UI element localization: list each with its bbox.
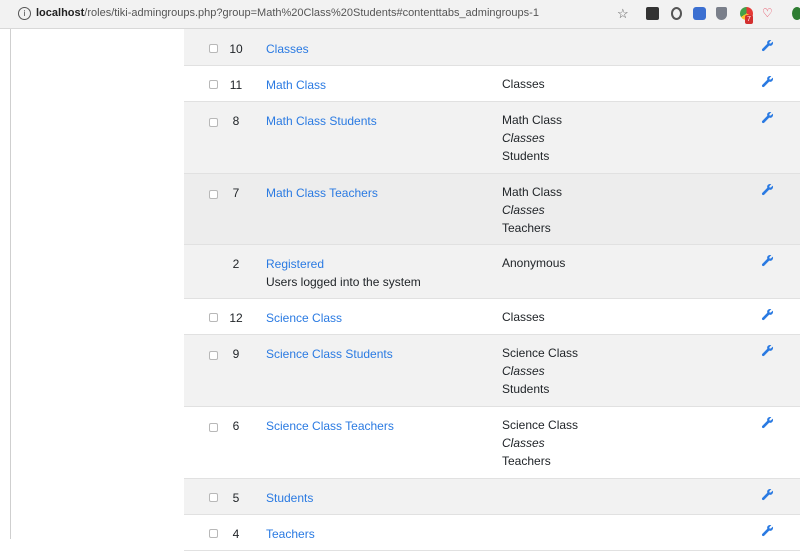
row-checkbox[interactable] [209,118,218,127]
row-checkbox[interactable] [209,529,218,538]
group-name-link[interactable]: Classes [266,42,309,56]
wrench-icon[interactable] [761,183,774,196]
group-name-link[interactable]: Science Class [266,311,342,325]
url-text[interactable]: localhost/roles/tiki-admingroups.php?gro… [36,7,539,19]
group-id: 11 [229,78,243,92]
wrench-icon[interactable] [761,524,774,537]
group-id: 6 [232,419,240,433]
include-parent: Math Class [502,185,563,199]
row-checkbox[interactable] [209,493,218,502]
include-parent: Math Class [502,113,563,127]
group-includes: Classes [502,308,545,326]
wrench-icon[interactable] [761,308,774,321]
extension-shield-icon[interactable] [716,7,727,20]
extension-circle-icon[interactable] [671,7,682,20]
table-row: 5 Students [184,479,800,515]
browser-address-bar[interactable]: i localhost/roles/tiki-admingroups.php?g… [0,0,800,29]
table-row: 4 Teachers [184,515,800,551]
extension-terminal-icon[interactable] [646,7,659,20]
extension-badge: 7 [745,15,753,24]
group-includes: Math Class Classes Teachers [502,183,562,237]
table-row: 6 Science Class Teachers Science Class C… [184,407,800,479]
wrench-icon[interactable] [761,488,774,501]
left-column [0,29,11,539]
row-checkbox[interactable] [209,351,218,360]
table-row: 9 Science Class Students Science Class C… [184,335,800,407]
include-inherited: Classes [502,203,545,217]
pocket-icon[interactable]: ♡ [762,7,774,20]
row-checkbox[interactable] [209,80,218,89]
extension-green-icon[interactable] [792,7,800,20]
group-includes: Science Class Classes Students [502,344,578,398]
bookmark-star-icon[interactable]: ☆ [617,7,629,20]
group-id: 10 [229,42,243,56]
group-id: 12 [229,311,243,325]
wrench-icon[interactable] [761,75,774,88]
extension-blue-icon[interactable] [693,7,706,20]
include-parent: Science Class [502,346,579,360]
group-includes: Anonymous [502,254,565,272]
group-includes: Science Class Classes Teachers [502,416,578,470]
include-parent: Students [502,382,550,396]
group-includes: Math Class Classes Students [502,111,562,165]
table-row: 11 Math Class Classes [184,66,800,102]
table-row: 12 Science Class Classes [184,299,800,335]
info-icon[interactable]: i [18,7,31,20]
group-name-link[interactable]: Students [266,491,313,505]
group-id: 7 [232,186,240,200]
group-description: Users logged into the system [266,275,421,289]
group-includes: Classes [502,75,545,93]
row-checkbox[interactable] [209,44,218,53]
include-parent: Classes [502,77,545,91]
wrench-icon[interactable] [761,416,774,429]
include-parent: Teachers [502,221,551,235]
group-name-link[interactable]: Science Class Teachers [266,419,394,433]
table-row: 8 Math Class Students Math Class Classes… [184,102,800,174]
groups-table: 10 Classes 11 Math Class Classes 8 Math … [184,29,800,551]
group-name-link[interactable]: Registered [266,257,324,271]
group-name-link[interactable]: Math Class Teachers [266,186,378,200]
include-parent: Teachers [502,454,551,468]
group-name-link[interactable]: Math Class [266,78,326,92]
group-id: 5 [232,491,240,505]
table-row: 7 Math Class Teachers Math Class Classes… [184,174,800,245]
group-id: 8 [232,114,240,128]
include-inherited: Classes [502,131,545,145]
include-parent: Science Class [502,418,579,432]
group-id: 9 [232,347,240,361]
table-row: 2 Registered Users logged into the syste… [184,245,800,299]
include-inherited: Classes [502,436,545,450]
group-name-link[interactable]: Math Class Students [266,114,377,128]
table-row: 10 Classes [184,29,800,66]
include-parent: Anonymous [502,256,566,270]
group-name-link[interactable]: Science Class Students [266,347,393,361]
include-inherited: Classes [502,364,545,378]
row-checkbox[interactable] [209,190,218,199]
wrench-icon[interactable] [761,39,774,52]
include-parent: Students [502,149,550,163]
group-id: 2 [232,257,240,271]
wrench-icon[interactable] [761,344,774,357]
wrench-icon[interactable] [761,111,774,124]
row-checkbox[interactable] [209,423,218,432]
row-checkbox[interactable] [209,313,218,322]
wrench-icon[interactable] [761,254,774,267]
include-parent: Classes [502,310,545,324]
